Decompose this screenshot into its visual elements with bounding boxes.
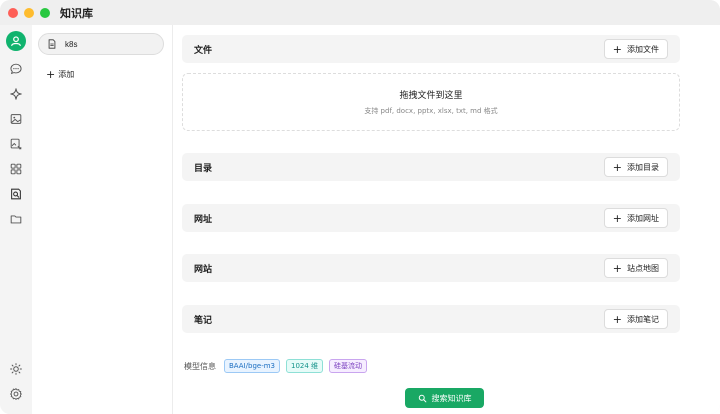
plus-icon: +	[612, 160, 622, 174]
chat-nav[interactable]	[6, 59, 26, 79]
chat-icon	[10, 63, 22, 75]
kb-item-label: k8s	[65, 39, 78, 49]
paintings-nav[interactable]	[6, 109, 26, 129]
button-label: 添加笔记	[627, 314, 659, 324]
notes-section: 笔记 + 添加笔记	[182, 305, 680, 333]
button-label: 添加文件	[627, 44, 659, 54]
plus-icon: +	[612, 211, 622, 225]
model-tag: BAAI/bge-m3	[224, 359, 280, 373]
add-sitemap-button[interactable]: + 站点地图	[603, 258, 668, 278]
add-knowledge-base-button[interactable]: + 添加	[46, 67, 74, 81]
image-edit-nav[interactable]	[6, 134, 26, 154]
avatar[interactable]	[6, 31, 26, 51]
document-icon	[48, 39, 56, 49]
image-icon	[10, 114, 22, 124]
directory-section: 目录 + 添加目录	[182, 153, 680, 181]
image-edit-icon	[10, 138, 22, 150]
dropzone-title: 拖拽文件到这里	[399, 91, 463, 101]
section-title: 网站	[194, 264, 213, 275]
dropzone-hint: 支持 pdf, docx, pptx, xlsx, txt, md 格式	[364, 107, 498, 115]
add-file-button[interactable]: + 添加文件	[603, 39, 668, 59]
file-dropzone[interactable]: 拖拽文件到这里 支持 pdf, docx, pptx, xlsx, txt, m…	[182, 73, 680, 131]
add-note-button[interactable]: + 添加笔记	[603, 309, 668, 329]
settings-icon	[10, 388, 22, 400]
avatar-icon	[11, 36, 21, 46]
files-nav[interactable]	[6, 209, 26, 229]
knowledge-detail: 文件 + 添加文件 拖拽文件到这里 支持 pdf, docx, pptx, xl…	[173, 25, 720, 414]
website-section: 网站 + 站点地图	[182, 254, 680, 282]
plus-icon: +	[612, 312, 622, 326]
icon-rail	[0, 25, 32, 414]
files-section: 文件 + 添加文件	[182, 35, 680, 63]
kb-list-item[interactable]: k8s	[38, 33, 164, 55]
search-button-label: 搜索知识库	[431, 393, 472, 403]
section-title: 目录	[194, 163, 213, 174]
sparkle-icon	[10, 88, 22, 100]
model-info: 模型信息 BAAI/bge-m3 1024 维 硅基流动	[184, 358, 368, 374]
app-window: 知识库 k8s + 添加 文件 + 添加文件 拖拽文件到这里 支持 pdf, d…	[0, 0, 720, 414]
provider-tag: 硅基流动	[329, 359, 368, 373]
folder-icon	[10, 215, 22, 224]
settings-button[interactable]	[6, 384, 26, 404]
sun-icon	[10, 363, 22, 375]
agents-nav[interactable]	[6, 84, 26, 104]
url-section: 网址 + 添加网址	[182, 204, 680, 232]
button-label: 添加网址	[627, 213, 659, 223]
app-title: 知识库	[60, 6, 93, 20]
add-kb-label: 添加	[58, 69, 75, 79]
section-title: 网址	[194, 214, 213, 225]
plus-icon: +	[612, 261, 622, 275]
title-bar: 知识库	[0, 0, 720, 25]
plus-icon: +	[612, 42, 622, 56]
close-window-button[interactable]	[8, 7, 18, 18]
theme-toggle[interactable]	[6, 359, 26, 379]
apps-nav[interactable]	[6, 159, 26, 179]
plus-icon: +	[46, 67, 56, 81]
search-knowledge-button[interactable]: 搜索知识库	[405, 388, 484, 408]
knowledge-base-list: k8s + 添加	[32, 25, 173, 414]
knowledge-icon	[11, 188, 21, 200]
model-info-label: 模型信息	[184, 361, 216, 371]
add-url-button[interactable]: + 添加网址	[603, 208, 668, 228]
dimension-tag: 1024 维	[286, 359, 324, 373]
apps-icon	[10, 163, 22, 175]
maximize-window-button[interactable]	[40, 7, 50, 18]
minimize-window-button[interactable]	[24, 7, 34, 18]
search-icon	[418, 394, 426, 402]
add-directory-button[interactable]: + 添加目录	[603, 157, 668, 177]
button-label: 添加目录	[627, 162, 659, 172]
button-label: 站点地图	[627, 263, 659, 273]
section-title: 文件	[194, 45, 213, 56]
window-controls	[8, 7, 50, 18]
section-title: 笔记	[194, 315, 213, 326]
knowledge-nav[interactable]	[6, 184, 26, 204]
